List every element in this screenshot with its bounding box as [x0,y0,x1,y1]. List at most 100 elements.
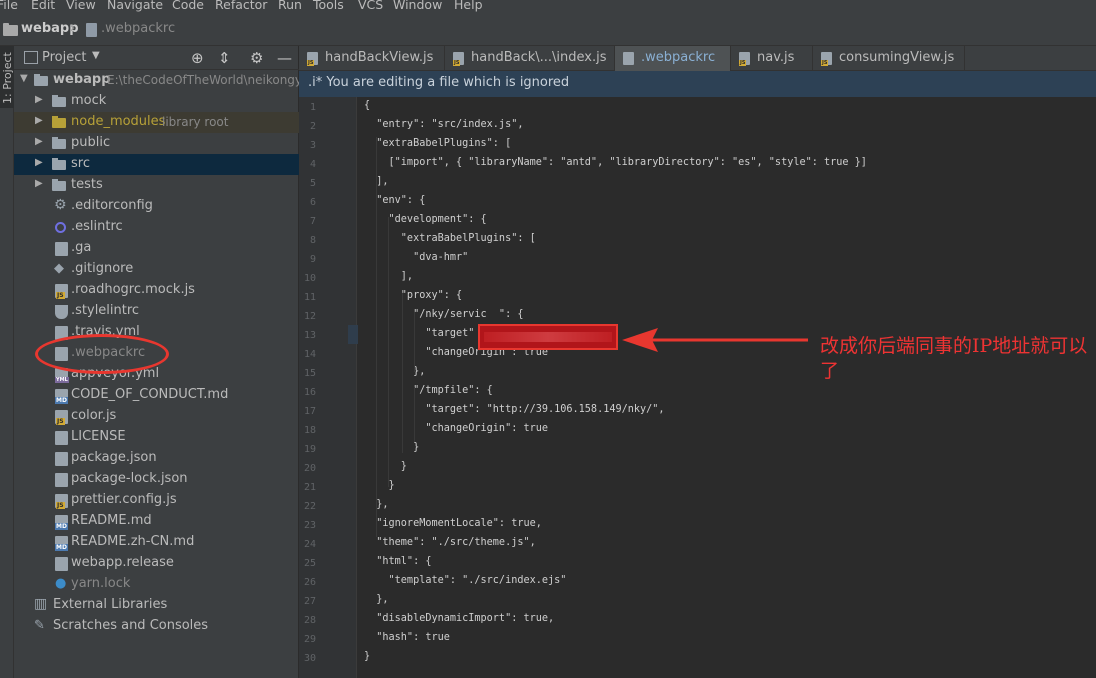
collapsed-arrow-icon[interactable]: ▶ [35,157,43,168]
tree-row-package-lock[interactable]: package-lock.json [14,469,299,490]
tab-handback-index[interactable]: handBack\...\index.js [445,46,615,71]
menu-file[interactable]: File [0,0,18,12]
line-number: 11 [303,292,316,303]
code-line[interactable]: "extraBabelPlugins": [ [364,138,511,149]
tree-row-editorconfig[interactable]: .editorconfig [14,196,299,217]
hide-panel-icon[interactable]: — [277,49,292,67]
tree-row-gitignore[interactable]: .gitignore [14,259,299,280]
tree-label: .gitignore [71,261,134,276]
code-line[interactable]: "proxy": { [364,290,462,301]
code-line[interactable]: "html": { [364,556,431,567]
code-line[interactable]: "hash": true [364,632,450,643]
code-line[interactable]: }, [364,366,425,377]
code-line[interactable]: { [364,100,370,111]
tab-webpackrc[interactable]: .webpackrc [615,46,731,71]
tab-label: nav.js [757,50,795,65]
tree-row-code-of-conduct[interactable]: CODE_OF_CONDUCT.md [14,385,299,406]
tree-row-yarn-lock[interactable]: yarn.lock [14,574,299,595]
collapsed-arrow-icon[interactable]: ▶ [35,136,43,147]
menu-vcs[interactable]: VCS [358,0,383,12]
expand-arrow-icon[interactable]: ▼ [20,73,28,84]
tree-row-node-modules[interactable]: ▶ node_modules library root [14,112,299,133]
code-line[interactable]: }, [364,594,388,605]
tree-row-scratches[interactable]: Scratches and Consoles [14,616,299,637]
project-view-icon [24,51,38,64]
code-line[interactable]: "env": { [364,195,425,206]
code-line[interactable]: "dva-hmr" [364,252,468,263]
tree-row-stylelintrc[interactable]: .stylelintrc [14,301,299,322]
line-number: 6 [309,197,316,208]
tree-row-external-libraries[interactable]: External Libraries [14,595,299,616]
tree-label: package.json [71,450,157,465]
tab-label: handBackView.js [325,50,434,65]
code-line[interactable]: "target": "http://39.106.158.149/nky/", [364,404,664,415]
tab-handbackview[interactable]: handBackView.js [299,46,445,71]
line-number: 1 [309,102,316,113]
collapsed-arrow-icon[interactable]: ▶ [35,115,43,126]
code-line[interactable]: "/tmpfile": { [364,385,493,396]
menu-view[interactable]: View [66,0,96,12]
tree-row-readme[interactable]: README.md [14,511,299,532]
tree-row-src[interactable]: ▶ src [14,154,299,175]
code-line[interactable]: "target" [364,328,474,339]
breadcrumb-file[interactable]: .webpackrc [101,21,175,36]
tree-label: .stylelintrc [71,303,140,318]
tab-consumingview[interactable]: consumingView.js [813,46,965,71]
tree-row-ga[interactable]: .ga [14,238,299,259]
navigation-bar: webapp › .webpackrc [0,13,1096,46]
line-number: 24 [303,539,316,550]
library-icon [34,596,47,613]
menu-code[interactable]: Code [172,0,204,12]
code-line[interactable]: "template": "./src/index.ejs" [364,575,567,586]
code-line[interactable]: "extraBabelPlugins": [ [364,233,536,244]
tree-row-webapp-release[interactable]: webapp.release [14,553,299,574]
tab-nav[interactable]: nav.js [731,46,813,71]
code-editor[interactable]: { "entry": "src/index.js", "extraBabelPl… [358,97,1096,678]
code-line[interactable]: "disableDynamicImport": true, [364,613,554,624]
code-line[interactable]: "development": { [364,214,487,225]
menu-edit[interactable]: Edit [31,0,55,12]
code-line[interactable]: } [364,651,370,662]
locate-icon[interactable]: ⊕ [191,49,204,67]
tree-label: yarn.lock [71,576,131,591]
menu-refactor[interactable]: Refactor [215,0,267,12]
project-tool-label[interactable]: 1: Project [1,52,14,104]
code-line[interactable]: "theme": "./src/theme.js", [364,537,535,548]
menu-run[interactable]: Run [278,0,302,12]
code-line[interactable]: } [364,461,407,472]
project-panel-title[interactable]: Project [42,50,86,65]
tree-row-roadhogrc-mock[interactable]: .roadhogrc.mock.js [14,280,299,301]
project-panel-header: Project ▼ ⊕ ⇕ ⚙ — [14,46,299,70]
annotation-text: 改成你后端同事的IP地址就可以了 [820,335,1088,382]
code-line[interactable]: } [364,442,419,453]
tree-row-public[interactable]: ▶ public [14,133,299,154]
menu-bar: File Edit View Navigate Code Refactor Ru… [0,0,1096,13]
code-line[interactable]: } [364,480,395,491]
menu-help[interactable]: Help [454,0,483,12]
collapsed-arrow-icon[interactable]: ▶ [35,94,43,105]
collapsed-arrow-icon[interactable]: ▶ [35,178,43,189]
code-line[interactable]: "changeOrigin": true [364,423,548,434]
tree-row-readme-zh[interactable]: README.zh-CN.md [14,532,299,553]
chevron-down-icon[interactable]: ▼ [92,50,100,61]
file-icon [55,242,68,256]
line-number: 3 [309,140,316,151]
menu-window[interactable]: Window [393,0,442,12]
gear-icon[interactable]: ⚙ [250,49,263,67]
code-line[interactable]: ["import", { "libraryName": "antd", "lib… [364,157,867,168]
tree-row-eslintrc[interactable]: .eslintrc [14,217,299,238]
collapse-all-icon[interactable]: ⇕ [218,49,231,67]
menu-navigate[interactable]: Navigate [107,0,163,12]
menu-tools[interactable]: Tools [313,0,344,12]
tree-row-webapp[interactable]: ▼ webapp E:\theCodeOfTheWorld\neikongy [14,70,302,91]
tree-row-tests[interactable]: ▶ tests [14,175,299,196]
indent-guide [414,387,415,442]
code-line[interactable]: "entry": "src/index.js", [364,119,523,130]
tree-row-color-js[interactable]: color.js [14,406,299,427]
tree-row-package-json[interactable]: package.json [14,448,299,469]
tree-row-license[interactable]: LICENSE [14,427,299,448]
file-icon [55,557,68,571]
tree-row-mock[interactable]: ▶ mock [14,91,299,112]
tree-row-prettier-config[interactable]: prettier.config.js [14,490,299,511]
code-line[interactable]: "ignoreMomentLocale": true, [364,518,542,529]
